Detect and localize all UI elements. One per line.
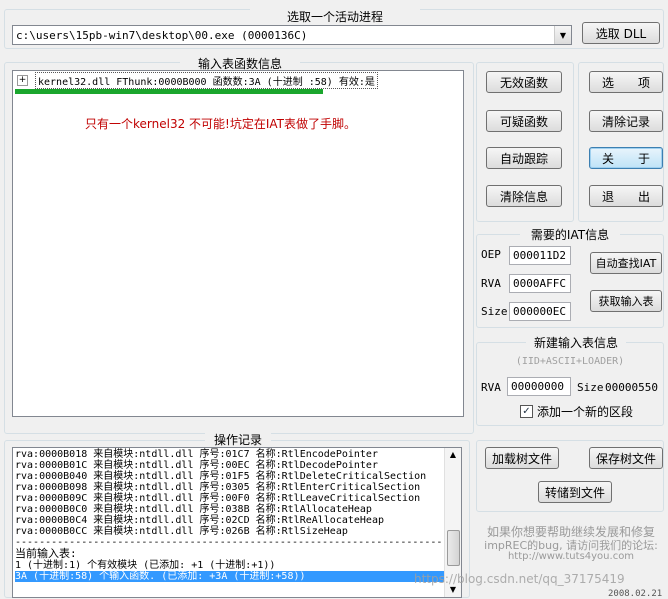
- scroll-up-icon[interactable]: ▲: [445, 448, 461, 462]
- log-line: rva:0000B01C 来自模块:ntdll.dll 序号:00EC 名称:R…: [15, 460, 378, 471]
- exit-button[interactable]: 退 出: [589, 185, 663, 207]
- oep-label: OEP: [481, 248, 501, 261]
- size-field[interactable]: [509, 302, 571, 321]
- clear-log-button[interactable]: 清除记录: [589, 110, 663, 132]
- imports-tree[interactable]: + kernel32.dll FThunk:0000B000 函数数:3A (十…: [12, 70, 464, 417]
- valid-progress-bar: [15, 89, 323, 94]
- log-summary: 1 (十进制:1) 个有效模块 (已添加: +1 (十进制:+1)): [15, 560, 276, 571]
- auto-trace-button[interactable]: 自动跟踪: [486, 147, 562, 169]
- log-line: rva:0000B040 来自模块:ntdll.dll 序号:01F5 名称:R…: [15, 471, 427, 482]
- log-list[interactable]: rva:0000B018 来自模块:ntdll.dll 序号:01C7 名称:R…: [12, 447, 462, 598]
- newimp-size-label: Size: [577, 381, 604, 394]
- save-tree-button[interactable]: 保存树文件: [589, 447, 663, 469]
- get-imports-button[interactable]: 获取输入表: [590, 290, 662, 312]
- tree-item-kernel32[interactable]: + kernel32.dll FThunk:0000B000 函数数:3A (十…: [17, 72, 378, 89]
- suspicious-functions-button[interactable]: 可疑函数: [486, 110, 562, 132]
- log-line: rva:0000B09C 来自模块:ntdll.dll 序号:00F0 名称:R…: [15, 493, 421, 504]
- pick-dll-button[interactable]: 选取 DLL: [582, 22, 660, 44]
- newimp-group-title: 新建输入表信息: [526, 334, 626, 351]
- invalid-functions-button[interactable]: 无效函数: [486, 71, 562, 93]
- about-button[interactable]: 关 于: [589, 147, 663, 169]
- process-combobox-value: c:\users\15pb-win7\desktop\00.exe (00001…: [16, 29, 308, 42]
- log-lines: rva:0000B018 来自模块:ntdll.dll 序号:01C7 名称:R…: [15, 449, 445, 582]
- promo-url[interactable]: http://www.tuts4you.com: [476, 551, 666, 562]
- newimp-size-value: 00000550: [605, 381, 658, 394]
- options-button[interactable]: 选 项: [589, 71, 663, 93]
- rva-field[interactable]: [509, 274, 571, 293]
- log-current-label: 当前输入表:: [15, 547, 77, 560]
- scroll-thumb[interactable]: [447, 530, 460, 566]
- process-group-title: 选取一个活动进程: [250, 8, 420, 25]
- dump-to-file-button[interactable]: 转储到文件: [538, 481, 612, 503]
- log-line: rva:0000B0C4 来自模块:ntdll.dll 序号:02CD 名称:R…: [15, 515, 384, 526]
- log-line: rva:0000B0C0 来自模块:ntdll.dll 序号:038B 名称:R…: [15, 504, 372, 515]
- iat-group-title: 需要的IAT信息: [520, 226, 620, 243]
- add-section-label: 添加一个新的区段: [537, 405, 634, 419]
- csdn-watermark: https://blog.csdn.net/qq_37175419: [414, 572, 625, 586]
- log-line: rva:0000B0CC 来自模块:ntdll.dll 序号:026B 名称:R…: [15, 526, 348, 537]
- log-highlight[interactable]: 3A (十进制:58) 个输入函数. (已添加: +3A (十进制:+58)): [15, 571, 445, 582]
- auto-find-iat-button[interactable]: 自动查找IAT: [590, 252, 662, 274]
- log-group-title: 操作记录: [205, 431, 271, 448]
- oep-field[interactable]: [509, 246, 571, 265]
- chevron-down-icon[interactable]: ▼: [554, 26, 571, 44]
- newimp-rva-label: RVA: [481, 381, 501, 394]
- newimp-subtitle: (IID+ASCII+LOADER): [515, 356, 625, 367]
- process-combobox[interactable]: c:\users\15pb-win7\desktop\00.exe (00001…: [12, 25, 572, 45]
- add-section-checkbox[interactable]: ✓: [520, 405, 533, 418]
- annotation-text: 只有一个kernel32 不可能!坑定在IAT表做了手脚。: [85, 117, 356, 131]
- load-tree-button[interactable]: 加载树文件: [485, 447, 559, 469]
- log-line: rva:0000B018 来自模块:ntdll.dll 序号:01C7 名称:R…: [15, 449, 378, 460]
- log-line: rva:0000B098 来自模块:ntdll.dll 序号:0305 名称:R…: [15, 482, 421, 493]
- size-label: Size: [481, 305, 508, 318]
- tree-item-label: kernel32.dll FThunk:0000B000 函数数:3A (十进制…: [35, 72, 378, 89]
- rva-label: RVA: [481, 277, 501, 290]
- add-section-checkbox-row[interactable]: ✓ 添加一个新的区段: [520, 403, 633, 420]
- newimp-rva-field[interactable]: [507, 377, 571, 396]
- log-separator: ----------------------------------------…: [15, 537, 445, 548]
- clear-info-button[interactable]: 清除信息: [486, 185, 562, 207]
- expand-plus-icon[interactable]: +: [17, 75, 28, 86]
